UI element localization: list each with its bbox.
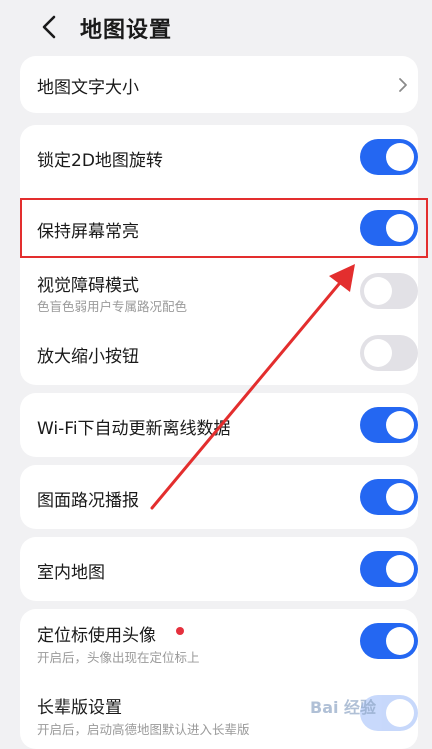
- toggle-knob: [386, 699, 414, 727]
- setting-subtitle: 开启后，头像出现在定位标上: [37, 650, 200, 665]
- setting-avatar-marker: 定位标使用头像 开启后，头像出现在定位标上: [20, 609, 418, 675]
- page-title: 地图设置: [80, 18, 173, 43]
- toggle-knob: [386, 627, 414, 655]
- setting-label: 室内地图: [37, 563, 105, 583]
- setting-accessibility: 视觉障碍模式 色盲色弱用户专属路况配色: [20, 267, 418, 321]
- setting-label: 放大缩小按钮: [37, 347, 139, 367]
- setting-zoom-buttons: 放大缩小按钮: [20, 321, 418, 381]
- zoom-buttons-toggle[interactable]: [360, 335, 418, 371]
- highlight-box: [20, 198, 428, 258]
- toggle-knob: [386, 483, 414, 511]
- toggle-knob: [386, 555, 414, 583]
- new-badge-dot: [176, 627, 184, 635]
- setting-label: Wi-Fi下自动更新离线数据: [37, 419, 231, 439]
- setting-subtitle: 开启后，启动高德地图默认进入长辈版: [37, 722, 250, 737]
- traffic-broadcast-toggle[interactable]: [360, 479, 418, 515]
- chevron-right-icon: [399, 78, 407, 92]
- setting-lock-2d: 锁定2D地图旋转: [20, 125, 418, 189]
- settings-card-indoor: 室内地图: [20, 537, 418, 601]
- setting-label: 视觉障碍模式: [37, 276, 139, 296]
- setting-text-size[interactable]: 地图文字大小: [20, 56, 418, 113]
- toggle-knob: [364, 277, 392, 305]
- setting-label: 图面路况播报: [37, 491, 139, 511]
- setting-subtitle: 色盲色弱用户专属路况配色: [37, 299, 188, 314]
- settings-card-text-size: 地图文字大小: [20, 56, 418, 113]
- setting-label: 长辈版设置: [37, 698, 122, 718]
- chevron-left-icon[interactable]: [38, 14, 62, 40]
- accessibility-toggle[interactable]: [360, 273, 418, 309]
- header: 地图设置: [0, 0, 432, 56]
- wifi-update-toggle[interactable]: [360, 407, 418, 443]
- toggle-knob: [386, 411, 414, 439]
- watermark: Bai 经验: [310, 698, 377, 717]
- setting-indoor-map: 室内地图: [20, 537, 418, 601]
- avatar-marker-toggle[interactable]: [360, 623, 418, 659]
- setting-traffic-broadcast: 图面路况播报: [20, 465, 418, 529]
- setting-label: 锁定2D地图旋转: [37, 151, 163, 171]
- indoor-map-toggle[interactable]: [360, 551, 418, 587]
- setting-wifi-update: Wi-Fi下自动更新离线数据: [20, 393, 418, 457]
- setting-label: 地图文字大小: [37, 78, 139, 98]
- setting-label: 定位标使用头像: [37, 626, 156, 646]
- settings-card-traffic: 图面路况播报: [20, 465, 418, 529]
- settings-card-wifi: Wi-Fi下自动更新离线数据: [20, 393, 418, 457]
- settings-card-personal: 定位标使用头像 开启后，头像出现在定位标上 长辈版设置 开启后，启动高德地图默认…: [20, 609, 418, 749]
- toggle-knob: [364, 339, 392, 367]
- lock-2d-toggle[interactable]: [360, 139, 418, 175]
- toggle-knob: [386, 143, 414, 171]
